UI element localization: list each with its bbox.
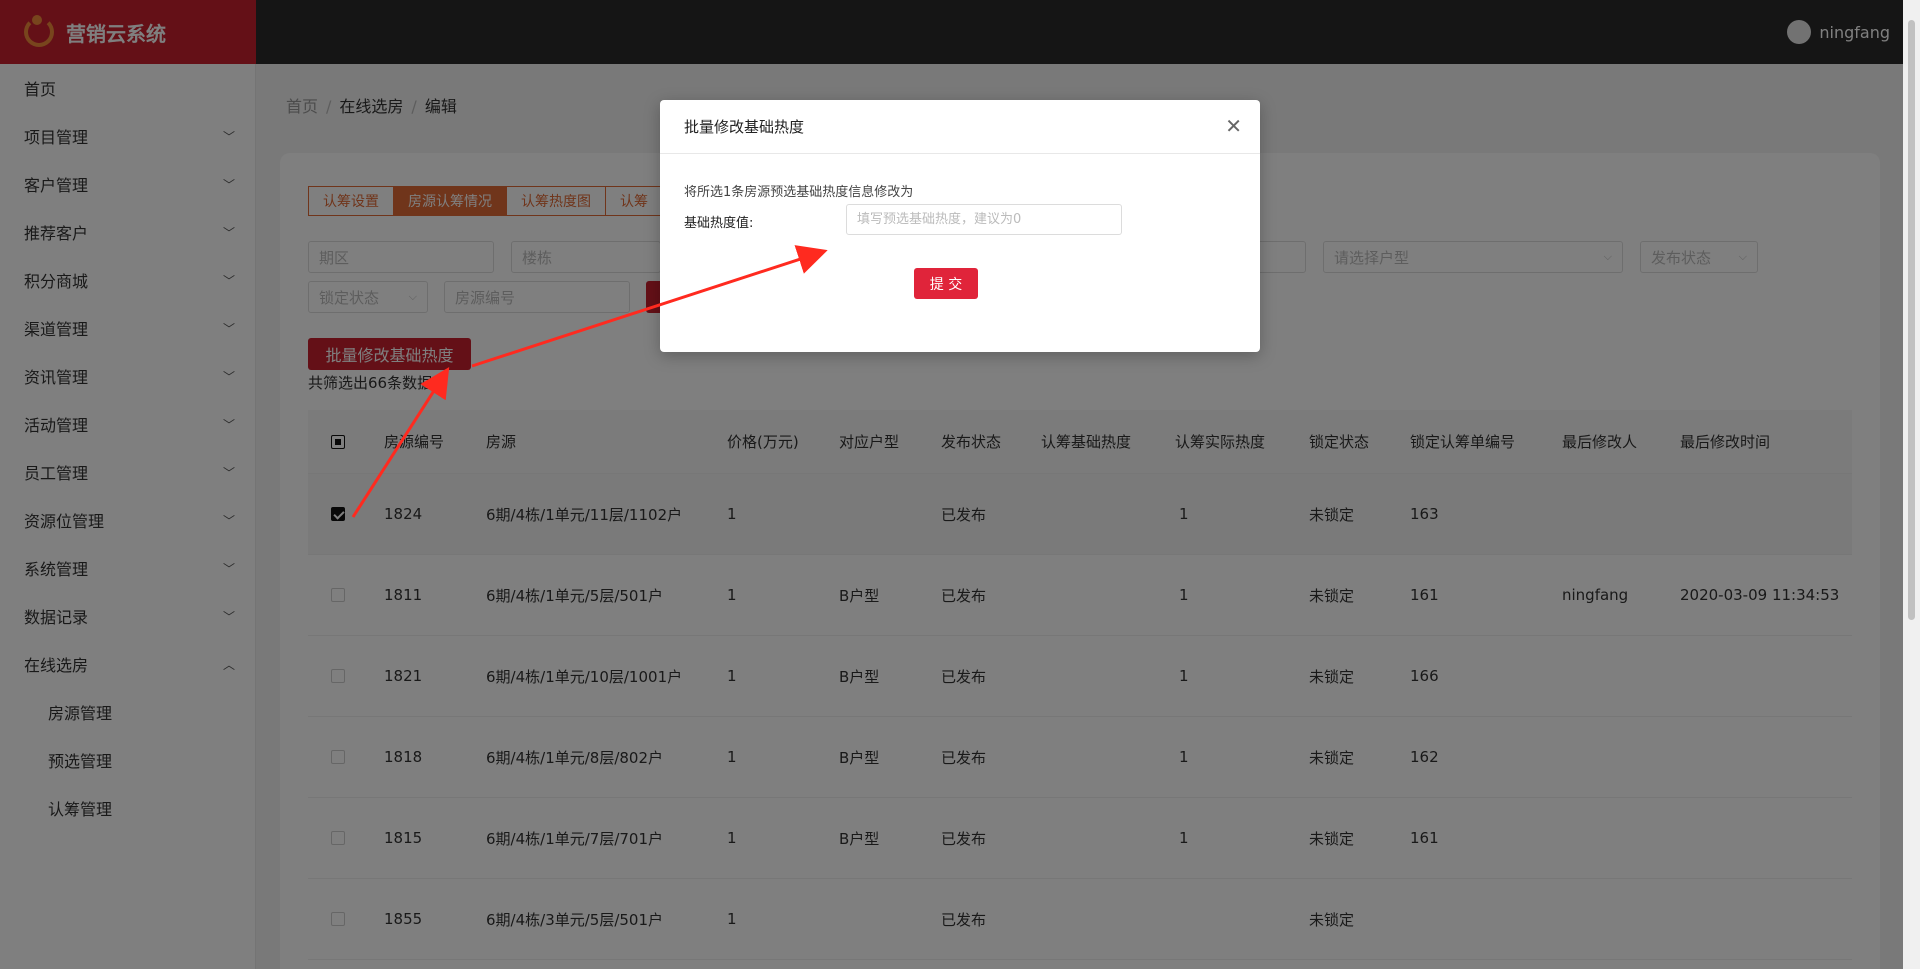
submit-button[interactable]: 提 交 bbox=[914, 268, 978, 299]
batch-heat-modal: 批量修改基础热度 ✕ 将所选1条房源预选基础热度信息修改为 基础热度值: 提 交 bbox=[660, 100, 1260, 352]
scrollbar[interactable] bbox=[1903, 0, 1920, 969]
scrollbar-thumb[interactable] bbox=[1908, 20, 1915, 620]
modal-header: 批量修改基础热度 ✕ bbox=[660, 100, 1260, 154]
modal-description: 将所选1条房源预选基础热度信息修改为 bbox=[684, 185, 914, 200]
heat-value-input[interactable] bbox=[846, 204, 1122, 235]
close-icon[interactable]: ✕ bbox=[1225, 116, 1242, 136]
modal-title: 批量修改基础热度 bbox=[684, 118, 805, 136]
heat-value-label: 基础热度值: bbox=[684, 216, 754, 231]
